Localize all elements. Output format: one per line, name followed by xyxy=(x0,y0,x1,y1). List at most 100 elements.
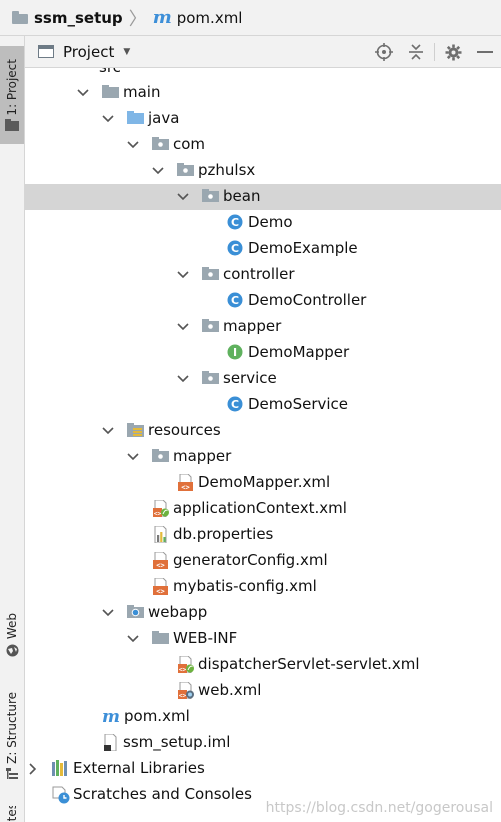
tree-row[interactable]: C DemoService xyxy=(25,392,501,418)
chevron-down-icon[interactable] xyxy=(76,86,90,100)
tree-row[interactable]: m pom.xml xyxy=(25,704,501,730)
locate-icon[interactable] xyxy=(368,36,400,68)
tree-row[interactable]: mapper xyxy=(25,314,501,340)
tree-row[interactable]: bean xyxy=(25,184,501,210)
chevron-down-icon[interactable] xyxy=(176,320,190,334)
project-tool-tab-label: 1: Project xyxy=(5,58,19,116)
tree-row[interactable]: External Libraries xyxy=(25,756,501,782)
svg-text:<>: <> xyxy=(154,511,162,518)
chevron-down-icon[interactable] xyxy=(151,164,165,178)
globe-icon xyxy=(6,644,18,657)
tree-row[interactable]: WEB-INF xyxy=(25,626,501,652)
tree-item-label: ssm_setup.iml xyxy=(123,733,231,751)
web-folder-icon xyxy=(127,604,144,621)
project-panel-header: Project ▼ xyxy=(25,36,501,68)
xml-icon: <> xyxy=(152,577,169,596)
tree-item-label: com xyxy=(173,135,206,153)
chevron-down-icon[interactable] xyxy=(176,372,190,386)
structure-tool-tab[interactable]: Z: Structure xyxy=(0,686,24,786)
tree-item-label: External Libraries xyxy=(73,759,205,777)
tree-item-label: java xyxy=(148,109,180,127)
tree-item-label: DemoMapper.xml xyxy=(198,473,331,491)
tree-row[interactable]: resources xyxy=(25,418,501,444)
libraries-icon xyxy=(52,760,69,777)
package-icon xyxy=(202,370,219,387)
project-panel: Project ▼ src main java com pzhulsx bean C Dem… xyxy=(25,36,501,822)
chevron-right-icon[interactable] xyxy=(26,762,40,776)
tree-item-label: db.properties xyxy=(173,525,274,543)
tree-row[interactable]: com xyxy=(25,132,501,158)
breadcrumb-file-label: pom.xml xyxy=(176,8,243,27)
tree-row[interactable]: java xyxy=(25,106,501,132)
toolbar-divider xyxy=(434,43,435,61)
tree-row[interactable]: <> web.xml xyxy=(25,678,501,704)
tree-row[interactable]: pzhulsx xyxy=(25,158,501,184)
resources-folder-icon xyxy=(127,422,144,439)
tree-row[interactable]: <> generatorConfig.xml xyxy=(25,548,501,574)
breadcrumb-project[interactable]: ssm_setup xyxy=(12,9,123,27)
tree-item-label: src xyxy=(99,68,121,76)
favorites-tool-tab[interactable]: ites xyxy=(0,806,24,822)
iml-icon xyxy=(102,733,119,752)
navigation-bar: ssm_setup 〉 m pom.xml xyxy=(0,0,501,36)
tree-item-label: DemoController xyxy=(248,291,367,309)
svg-text:<>: <> xyxy=(156,588,164,596)
caret-down-icon[interactable]: ▼ xyxy=(123,47,130,57)
tree-row[interactable]: ssm_setup.iml xyxy=(25,730,501,756)
tree-item-label: main xyxy=(123,83,161,101)
folder-icon xyxy=(102,84,119,101)
tree-row[interactable]: <> mybatis-config.xml xyxy=(25,574,501,600)
chevron-down-icon[interactable] xyxy=(101,424,115,438)
tree-row[interactable]: C DemoExample xyxy=(25,236,501,262)
scratches-icon xyxy=(52,786,70,804)
tree-row[interactable]: mapper xyxy=(25,444,501,470)
tree-row[interactable]: <> dispatcherServlet-servlet.xml xyxy=(25,652,501,678)
hide-icon[interactable] xyxy=(469,36,501,68)
breadcrumb-file[interactable]: m pom.xml xyxy=(153,7,243,28)
tree-item-label: DemoMapper xyxy=(248,343,350,361)
tree-row[interactable]: <> applicationContext.xml xyxy=(25,496,501,522)
panel-toolbar xyxy=(368,36,501,68)
gear-icon[interactable] xyxy=(437,36,469,68)
tree-item-label: Scratches and Consoles xyxy=(73,785,252,803)
package-icon xyxy=(202,318,219,335)
project-view-selector[interactable]: Project xyxy=(63,43,114,61)
tree-item-label: mapper xyxy=(173,447,232,465)
xml-icon: <> xyxy=(177,473,194,492)
chevron-down-icon[interactable] xyxy=(101,112,115,126)
tree-row-partial[interactable]: src xyxy=(25,68,501,80)
project-view-icon xyxy=(38,45,54,58)
project-tool-tab[interactable]: 1: Project xyxy=(0,46,24,144)
web-tool-tab[interactable]: Web xyxy=(0,606,24,664)
chevron-down-icon[interactable] xyxy=(101,606,115,620)
tree-row[interactable]: I DemoMapper xyxy=(25,340,501,366)
tree-row[interactable]: db.properties xyxy=(25,522,501,548)
class-icon: C xyxy=(227,214,244,231)
left-tool-strip: 1: Project Web Z: Structure ites xyxy=(0,36,25,822)
chevron-down-icon[interactable] xyxy=(126,450,140,464)
tree-item-label: resources xyxy=(148,421,221,439)
chevron-down-icon[interactable] xyxy=(126,632,140,646)
tree-row[interactable]: main xyxy=(25,80,501,106)
tree-row[interactable]: service xyxy=(25,366,501,392)
svg-text:<>: <> xyxy=(179,693,187,700)
tree-item-label: webapp xyxy=(148,603,208,621)
tree-row[interactable]: <> DemoMapper.xml xyxy=(25,470,501,496)
package-icon xyxy=(177,162,194,179)
tree-item-label: pom.xml xyxy=(124,707,190,725)
folder-icon xyxy=(152,630,169,647)
chevron-down-icon[interactable] xyxy=(176,190,190,204)
structure-tool-tab-label: Z: Structure xyxy=(5,692,19,764)
tree-row[interactable]: controller xyxy=(25,262,501,288)
package-icon xyxy=(152,136,169,153)
maven-icon: m xyxy=(152,7,172,28)
collapse-all-icon[interactable] xyxy=(400,36,432,68)
tree-row[interactable]: C DemoController xyxy=(25,288,501,314)
chevron-down-icon[interactable] xyxy=(126,138,140,152)
tree-row[interactable]: webapp xyxy=(25,600,501,626)
favorites-tool-tab-label: ites xyxy=(5,806,19,822)
svg-text:C: C xyxy=(231,216,239,229)
class-icon: C xyxy=(227,396,244,413)
tree-row[interactable]: C Demo xyxy=(25,210,501,236)
chevron-down-icon[interactable] xyxy=(176,268,190,282)
